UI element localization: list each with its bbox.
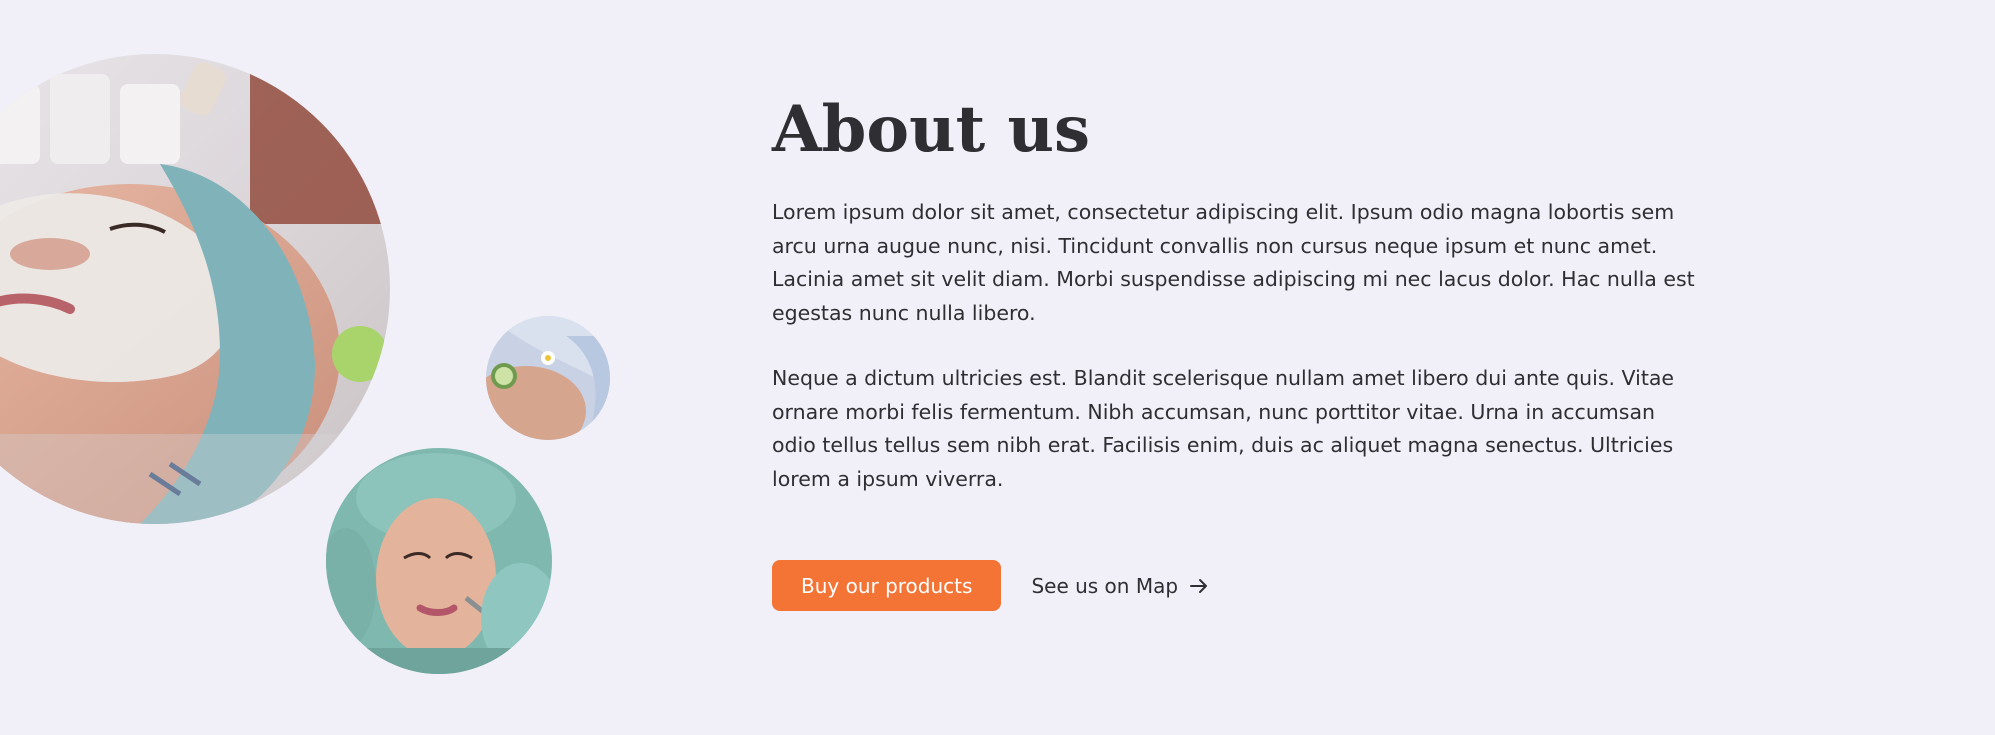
cucumber-treatment-photo [486,316,610,440]
about-paragraph-1: Lorem ipsum dolor sit amet, consectetur … [772,200,1695,325]
arrow-right-icon [1188,575,1210,597]
about-paragraph-2: Neque a dictum ultricies est. Blandit sc… [772,366,1675,491]
facial-mask-photo [0,54,390,524]
see-map-label: See us on Map [1031,573,1179,598]
see-map-link[interactable]: See us on Map [1031,574,1210,598]
page-title: About us [772,92,1091,167]
about-section: About us Lorem ipsum dolor sit amet, con… [772,90,1702,611]
buy-products-button[interactable]: Buy our products [772,560,1002,611]
actions-row: Buy our products See us on Map [772,560,1702,611]
skin-care-photo [326,448,552,674]
